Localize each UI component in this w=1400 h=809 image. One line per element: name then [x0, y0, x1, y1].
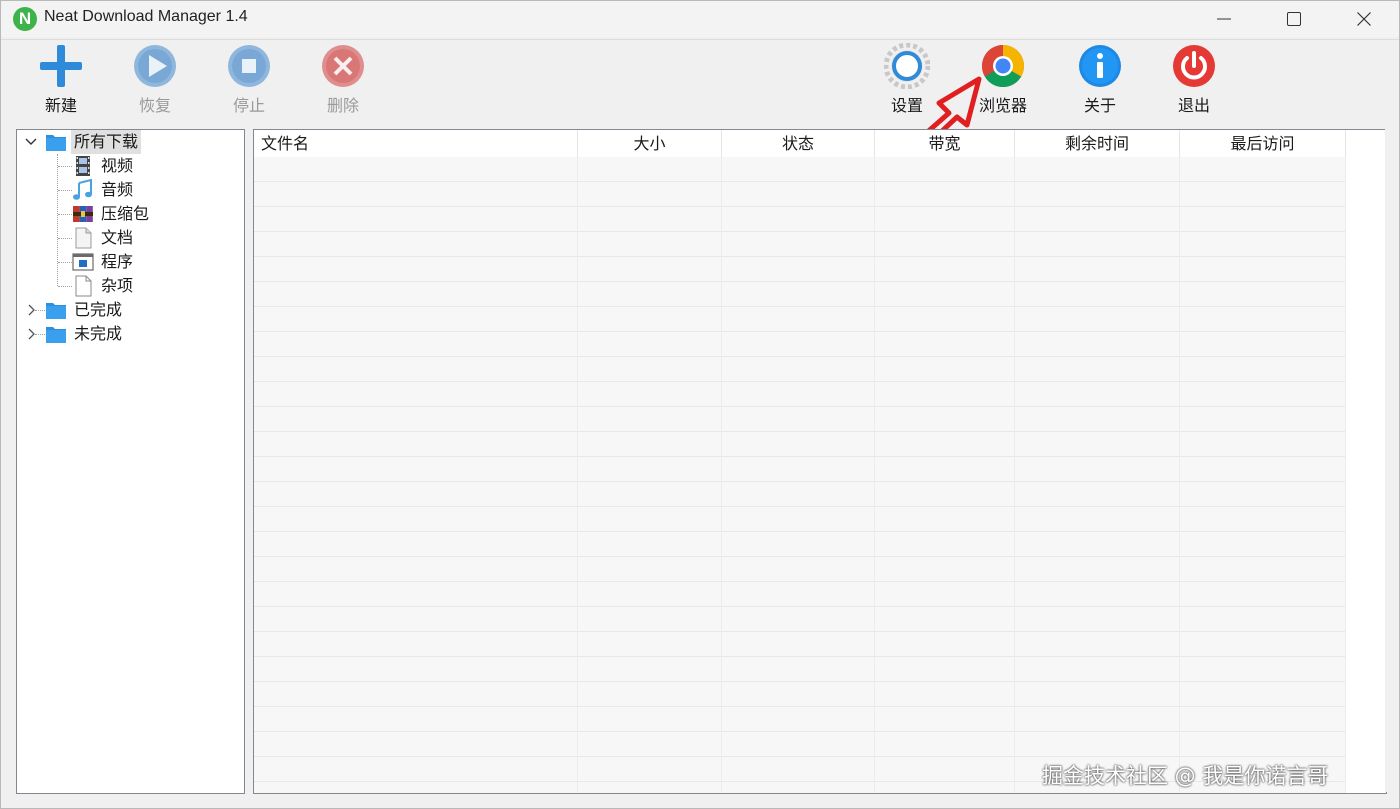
column-divider	[874, 157, 875, 793]
info-icon	[1079, 45, 1121, 87]
status-bar	[1, 797, 1399, 808]
chevron-down-icon[interactable]	[24, 130, 38, 154]
list-scrollbar[interactable]	[1385, 129, 1399, 792]
resume-label: 恢复	[138, 96, 171, 115]
new-download-label: 新建	[44, 96, 77, 115]
plus-icon	[40, 45, 82, 87]
tree-item-misc[interactable]: 杂项	[17, 274, 242, 298]
delete-button[interactable]: 删除	[303, 41, 383, 119]
blank-file-icon	[75, 275, 92, 297]
tree-item-completed[interactable]: 已完成	[17, 298, 242, 322]
exit-button[interactable]: 退出	[1154, 41, 1234, 119]
title-bar: N Neat Download Manager 1.4	[1, 1, 1399, 37]
tree-item-incomplete[interactable]: 未完成	[17, 322, 242, 346]
tree-label: 音频	[101, 180, 134, 199]
tree-label: 压缩包	[101, 204, 150, 223]
folder-icon	[46, 135, 66, 151]
app-logo-icon: N	[13, 7, 37, 31]
close-icon	[1357, 12, 1371, 26]
category-tree: 所有下载 视频 音频 压缩包 文档 程序 杂项 已完成 未完成	[16, 129, 245, 794]
about-button[interactable]: 关于	[1060, 41, 1140, 119]
music-note-icon	[73, 179, 92, 200]
new-download-button[interactable]: 新建	[21, 41, 101, 119]
tree-label: 所有下载	[71, 130, 142, 154]
toolbar-separator	[1, 39, 1399, 40]
close-button[interactable]	[1341, 1, 1387, 37]
tree-label: 视频	[101, 156, 134, 175]
folder-icon	[46, 303, 66, 319]
column-header-last-access[interactable]: 最后访问	[1180, 130, 1346, 157]
stop-label: 停止	[232, 96, 265, 115]
stop-button[interactable]: 停止	[209, 41, 289, 119]
column-header-bandwidth[interactable]: 带宽	[875, 130, 1015, 157]
tree-item-all-downloads[interactable]: 所有下载	[17, 130, 242, 154]
archive-icon	[73, 206, 93, 222]
exit-label: 退出	[1177, 96, 1210, 115]
delete-label: 删除	[326, 96, 359, 115]
tree-item-program[interactable]: 程序	[17, 250, 242, 274]
maximize-icon	[1287, 12, 1301, 26]
empty-list-rows	[254, 157, 1346, 793]
film-icon	[76, 156, 90, 176]
column-header-status[interactable]: 状态	[722, 130, 875, 157]
play-icon	[134, 45, 176, 87]
tree-label: 杂项	[101, 276, 134, 295]
column-divider	[1014, 157, 1015, 793]
app-window: N Neat Download Manager 1.4 新建 恢复 停止 删除 …	[0, 0, 1400, 809]
resume-button[interactable]: 恢复	[115, 41, 195, 119]
column-header-filename[interactable]: 文件名	[254, 130, 578, 157]
window-title: Neat Download Manager 1.4	[44, 8, 248, 25]
column-header-time-left[interactable]: 剩余时间	[1015, 130, 1180, 157]
tree-label: 文档	[101, 228, 134, 247]
delete-icon	[322, 45, 364, 87]
watermark-text: 掘金技术社区 @ 我是你诺言哥	[1042, 764, 1329, 788]
maximize-button[interactable]	[1271, 1, 1317, 37]
document-icon	[75, 227, 92, 249]
column-divider	[721, 157, 722, 793]
folder-icon	[46, 327, 66, 343]
tree-item-archive[interactable]: 压缩包	[17, 202, 242, 226]
column-divider	[1179, 157, 1180, 793]
column-divider	[1345, 157, 1346, 793]
column-divider	[577, 157, 578, 793]
program-window-icon	[72, 253, 94, 271]
column-header-size[interactable]: 大小	[578, 130, 722, 157]
tree-item-video[interactable]: 视频	[17, 154, 242, 178]
tree-item-audio[interactable]: 音频	[17, 178, 242, 202]
stop-icon	[228, 45, 270, 87]
tree-label: 程序	[101, 252, 134, 271]
power-icon	[1173, 45, 1215, 87]
minimize-button[interactable]	[1201, 1, 1247, 37]
minimize-icon	[1217, 18, 1231, 20]
tree-item-document[interactable]: 文档	[17, 226, 242, 250]
download-list[interactable]: 文件名 大小 状态 带宽 剩余时间 最后访问	[253, 129, 1387, 794]
tree-label: 未完成	[74, 324, 123, 343]
chevron-right-icon[interactable]	[24, 322, 38, 346]
tree-label: 已完成	[74, 300, 123, 319]
about-label: 关于	[1083, 96, 1116, 115]
chevron-right-icon[interactable]	[24, 298, 38, 322]
